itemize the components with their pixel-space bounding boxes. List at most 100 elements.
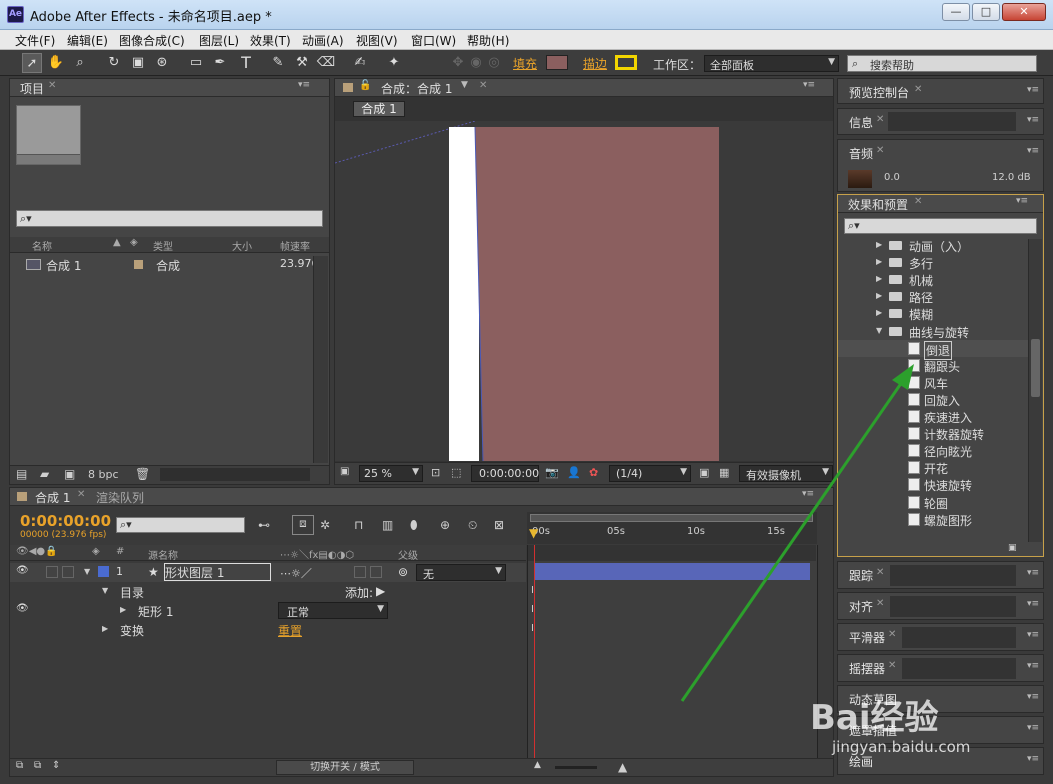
- maximize-button[interactable]: □: [972, 3, 1000, 21]
- rectangle-tool-icon[interactable]: ▭: [186, 53, 206, 73]
- zoom-out-icon[interactable]: ▲: [534, 760, 541, 770]
- preset-folder-item[interactable]: ▶ 模糊: [838, 305, 1028, 322]
- new-preset-icon[interactable]: ▣: [1008, 543, 1017, 553]
- camera-dropdown[interactable]: 有效摄像机 ▼: [739, 465, 833, 482]
- menu-animation[interactable]: 动画(A): [302, 32, 344, 49]
- menu-layer[interactable]: 图层(L): [199, 32, 239, 49]
- close-icon[interactable]: ✕: [876, 598, 884, 609]
- work-area-bar[interactable]: [530, 514, 813, 522]
- close-icon[interactable]: ✕: [876, 145, 884, 156]
- parent-dropdown[interactable]: 无 ▼: [416, 564, 506, 581]
- preset-folder-item[interactable]: ▼ 曲线与旋转: [838, 323, 1028, 340]
- col-fps[interactable]: 帧速率: [280, 238, 310, 253]
- expand-triangle-icon[interactable]: ▶: [876, 274, 882, 283]
- panel-menu-icon[interactable]: ▾≡: [1016, 196, 1028, 206]
- composition-tab[interactable]: 合成：合成 1: [381, 80, 452, 97]
- panel-menu-icon[interactable]: ▾≡: [1027, 568, 1039, 578]
- switches-icon[interactable]: ⋯☼＼fx▤◐◑⬡: [280, 546, 354, 561]
- help-search-input[interactable]: ⌕ 搜索帮助: [847, 55, 1037, 72]
- menu-view[interactable]: 视图(V): [356, 32, 398, 49]
- composition-mini-flowchart-icon[interactable]: ⊷: [258, 518, 270, 532]
- fill-label[interactable]: 填充: [513, 55, 537, 72]
- menu-effect[interactable]: 效果(T): [250, 32, 291, 49]
- layer-duration-bar[interactable]: [534, 563, 810, 580]
- resolution-dropdown[interactable]: (1/4) ▼: [609, 465, 691, 482]
- col-name[interactable]: 名称: [32, 238, 52, 253]
- effect-preset-item[interactable]: 翻跟头: [838, 357, 1028, 374]
- project-tab[interactable]: 项目: [20, 80, 44, 97]
- panel-menu-icon[interactable]: ▾≡: [1027, 723, 1039, 733]
- frame-blending-icon[interactable]: ⊓: [354, 518, 363, 532]
- modes-toggle-icon[interactable]: ⧉: [34, 760, 41, 771]
- in-out-toggle-icon[interactable]: ⇕: [52, 760, 60, 771]
- new-folder-icon[interactable]: ▰: [40, 467, 49, 481]
- live-update-icon[interactable]: ⊠: [494, 518, 504, 532]
- close-icon[interactable]: ✕: [876, 114, 884, 125]
- transparency-grid-icon[interactable]: ▦: [719, 466, 729, 479]
- always-preview-icon[interactable]: ▣: [340, 466, 349, 477]
- expand-triangle-icon[interactable]: ▶: [876, 240, 882, 249]
- effect-preset-item[interactable]: 快速旋转: [838, 476, 1028, 493]
- expand-triangle-icon[interactable]: ▶: [102, 624, 108, 633]
- info-tab[interactable]: 信息: [849, 114, 873, 131]
- brainstorm-icon[interactable]: ⬮: [410, 518, 418, 533]
- col-source-name[interactable]: 源名称: [148, 547, 178, 562]
- hide-shy-icon[interactable]: ✲: [320, 518, 330, 532]
- effect-preset-item[interactable]: 倒退: [838, 339, 1028, 360]
- channel-icon[interactable]: ✿: [589, 466, 598, 479]
- contents-row[interactable]: ▼ 目录 添加: ▶: [10, 583, 526, 600]
- puppet-pin-tool-icon[interactable]: ✦: [384, 53, 404, 73]
- show-snapshot-icon[interactable]: 👤: [567, 466, 581, 479]
- close-icon[interactable]: ✕: [914, 84, 922, 95]
- layer-switches-icon[interactable]: ⋯☼／: [280, 565, 312, 581]
- preset-folder-item[interactable]: ▶ 路径: [838, 288, 1028, 305]
- pen-tool-icon[interactable]: ✒: [210, 53, 230, 73]
- layer-name[interactable]: 形状图层 1: [164, 563, 271, 581]
- chevron-down-icon[interactable]: ▼: [461, 80, 468, 90]
- playhead-icon[interactable]: ▼: [529, 526, 538, 540]
- sort-icon[interactable]: ▲: [113, 237, 121, 248]
- axis-mode-3-icon[interactable]: ◎: [484, 53, 504, 73]
- close-icon[interactable]: ✕: [888, 660, 896, 671]
- timeline-zoom-slider[interactable]: [555, 766, 597, 769]
- menu-edit[interactable]: 编辑(E): [67, 32, 108, 49]
- rectangle-row[interactable]: 👁 ▶ 矩形 1 正常 ▼: [10, 602, 526, 619]
- av-features-icon[interactable]: 👁◀●🔒: [16, 546, 58, 557]
- label-tag-icon[interactable]: ◈: [130, 237, 138, 248]
- expand-triangle-icon[interactable]: ▶: [876, 257, 882, 266]
- roto-brush-tool-icon[interactable]: ✍: [350, 53, 370, 73]
- track-area[interactable]: I I I: [527, 545, 817, 758]
- time-ruler[interactable]: 00s 05s 10s 15s ▼: [527, 512, 817, 544]
- add-label[interactable]: 添加:: [345, 584, 373, 601]
- menu-window[interactable]: 窗口(W): [411, 32, 456, 49]
- effect-preset-item[interactable]: 径向眩光: [838, 442, 1028, 459]
- auto-keyframe-icon[interactable]: ⏲: [468, 518, 477, 533]
- graph-editor-icon[interactable]: ⊕: [440, 518, 450, 532]
- label-color-swatch[interactable]: [134, 260, 143, 269]
- panel-menu-icon[interactable]: ▾≡: [1027, 85, 1039, 95]
- project-hscrollbar[interactable]: [160, 468, 310, 481]
- breadcrumb[interactable]: 合成 1: [353, 101, 405, 117]
- stroke-swatch[interactable]: [615, 55, 637, 70]
- region-of-interest-icon[interactable]: ▣: [699, 466, 709, 479]
- effects-tab[interactable]: 效果和预置: [848, 196, 908, 213]
- effect-preset-item[interactable]: 计数器旋转: [838, 425, 1028, 442]
- text-tool-icon[interactable]: T: [236, 53, 256, 73]
- timeline-timecode[interactable]: 0:00:00:00: [20, 512, 111, 530]
- expand-triangle-icon[interactable]: ▼: [102, 586, 108, 595]
- stroke-label[interactable]: 描边: [583, 55, 607, 72]
- close-icon[interactable]: ✕: [48, 80, 56, 91]
- panel-menu-icon[interactable]: ▾≡: [1027, 599, 1039, 609]
- menu-composition[interactable]: 图像合成(C): [119, 32, 185, 49]
- eye-icon[interactable]: 👁: [16, 603, 29, 614]
- project-search-input[interactable]: ⌕▾: [16, 210, 323, 227]
- hand-tool-icon[interactable]: ✋: [46, 53, 66, 73]
- transform-row[interactable]: ▶ 变换 重置: [10, 621, 526, 638]
- col-size[interactable]: 大小: [232, 238, 252, 253]
- zoom-tool-icon[interactable]: ⌕: [70, 53, 90, 73]
- reset-link[interactable]: 重置: [278, 622, 302, 639]
- audio-tab[interactable]: 音频: [849, 145, 873, 162]
- zoom-dropdown[interactable]: 25 % ▼: [359, 465, 423, 482]
- bpc-label[interactable]: 8 bpc: [88, 468, 119, 481]
- composition-viewer[interactable]: [335, 121, 833, 461]
